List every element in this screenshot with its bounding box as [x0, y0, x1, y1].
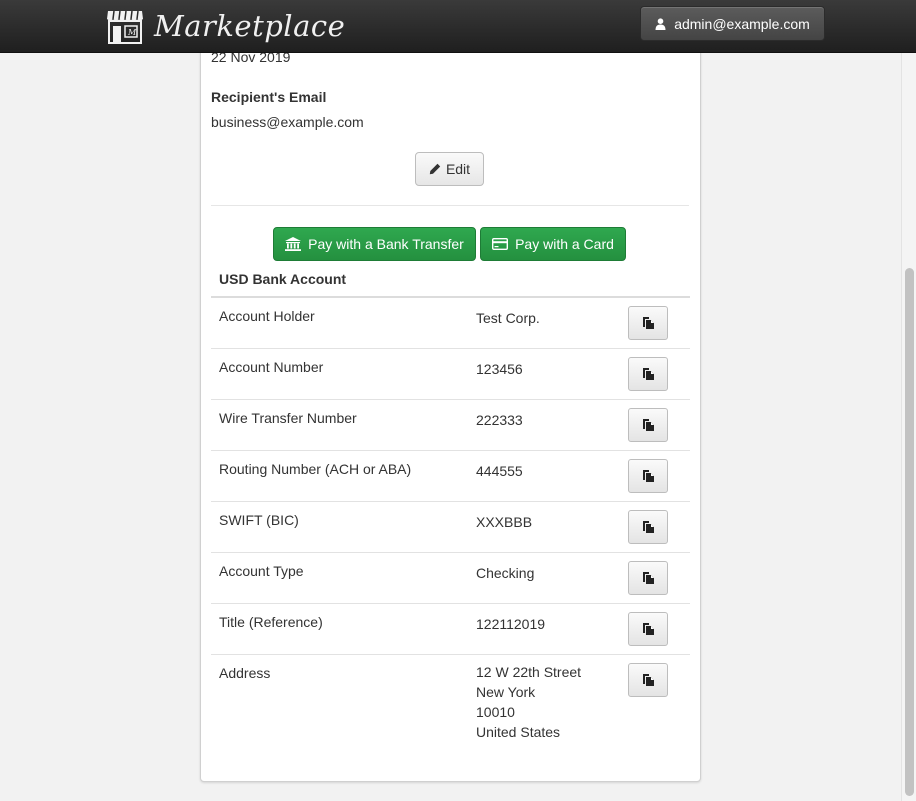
copy-icon: [643, 317, 654, 329]
row-value: XXXBBB: [476, 514, 533, 530]
row-label: Title (Reference): [219, 614, 323, 630]
top-navbar: M Marketplace admin@example.com: [0, 0, 916, 53]
bank-account-title: USD Bank Account: [219, 271, 347, 287]
row-label: Routing Number (ACH or ABA): [219, 461, 412, 477]
row-label: Account Type: [219, 563, 304, 579]
row-label: Account Number: [219, 359, 324, 375]
row-value: Checking: [476, 565, 535, 581]
brand-name: Marketplace: [154, 9, 346, 43]
storefront-icon: M: [107, 10, 143, 44]
copy-button[interactable]: [628, 510, 668, 544]
table-row-wire-transfer-number: Wire Transfer Number 222333: [211, 400, 690, 451]
pencil-icon: [429, 163, 441, 175]
scrollbar-thumb[interactable]: [905, 268, 914, 796]
copy-button[interactable]: [628, 408, 668, 442]
address-line: New York: [476, 684, 536, 700]
row-value: 122112019: [476, 616, 546, 632]
address-line: 12 W 22th Street: [476, 664, 582, 680]
row-label: SWIFT (BIC): [219, 512, 299, 528]
recipient-email-value: business@example.com: [211, 114, 364, 130]
row-label: Address: [219, 665, 271, 681]
table-row-routing-number: Routing Number (ACH or ABA) 444555: [211, 451, 690, 502]
table-row-account-holder: Account Holder Test Corp.: [211, 298, 690, 349]
copy-icon: [643, 521, 654, 533]
table-row-title-reference: Title (Reference) 122112019: [211, 604, 690, 655]
table-row-account-type: Account Type Checking: [211, 553, 690, 604]
row-value: 222333: [476, 412, 523, 428]
pay-card-label: Pay with a Card: [515, 236, 614, 252]
edit-label: Edit: [445, 161, 471, 177]
pay-bank-transfer-label: Pay with a Bank Transfer: [308, 236, 464, 252]
table-row-account-number: Account Number 123456: [211, 349, 690, 400]
user-icon: [655, 17, 666, 30]
row-label: Wire Transfer Number: [219, 410, 357, 426]
copy-icon: [643, 368, 654, 380]
bank-icon: [285, 237, 302, 251]
pay-bank-transfer-button[interactable]: Pay with a Bank Transfer: [273, 227, 476, 261]
copy-button[interactable]: [628, 663, 668, 697]
copy-button[interactable]: [628, 357, 668, 391]
address-value: 12 W 22th Street New York 10010 United S…: [476, 662, 581, 742]
row-value: 123456: [476, 361, 523, 377]
divider: [211, 205, 689, 206]
copy-icon: [643, 470, 654, 482]
address-line: United States: [476, 724, 561, 740]
copy-icon: [643, 419, 654, 431]
copy-button[interactable]: [628, 459, 668, 493]
recipient-email-label: Recipient's Email: [211, 89, 327, 105]
copy-button[interactable]: [628, 561, 668, 595]
brand[interactable]: M Marketplace: [106, 4, 345, 48]
copy-icon: [643, 572, 654, 584]
row-value: Test Corp.: [476, 310, 540, 326]
row-value: 444555: [476, 463, 523, 479]
svg-text:M: M: [127, 28, 137, 37]
page-scrollbar[interactable]: [901, 53, 916, 801]
address-line: 10010: [476, 704, 515, 720]
row-label: Account Holder: [219, 308, 315, 324]
copy-button[interactable]: [628, 612, 668, 646]
credit-card-icon: [492, 238, 509, 250]
edit-button[interactable]: Edit: [415, 152, 484, 186]
copy-icon: [643, 674, 654, 686]
payment-panel: 22 Nov 2019 Recipient's Email business@e…: [200, 30, 701, 782]
pay-card-button[interactable]: Pay with a Card: [480, 227, 626, 261]
table-row-swift: SWIFT (BIC) XXXBBB: [211, 502, 690, 553]
user-email: admin@example.com: [674, 15, 810, 32]
copy-button[interactable]: [628, 306, 668, 340]
copy-icon: [643, 623, 654, 635]
table-row-address: Address 12 W 22th Street New York 10010 …: [211, 655, 690, 775]
user-menu-button[interactable]: admin@example.com: [640, 6, 825, 41]
bank-account-table: Account Holder Test Corp. Account Number…: [211, 298, 690, 775]
